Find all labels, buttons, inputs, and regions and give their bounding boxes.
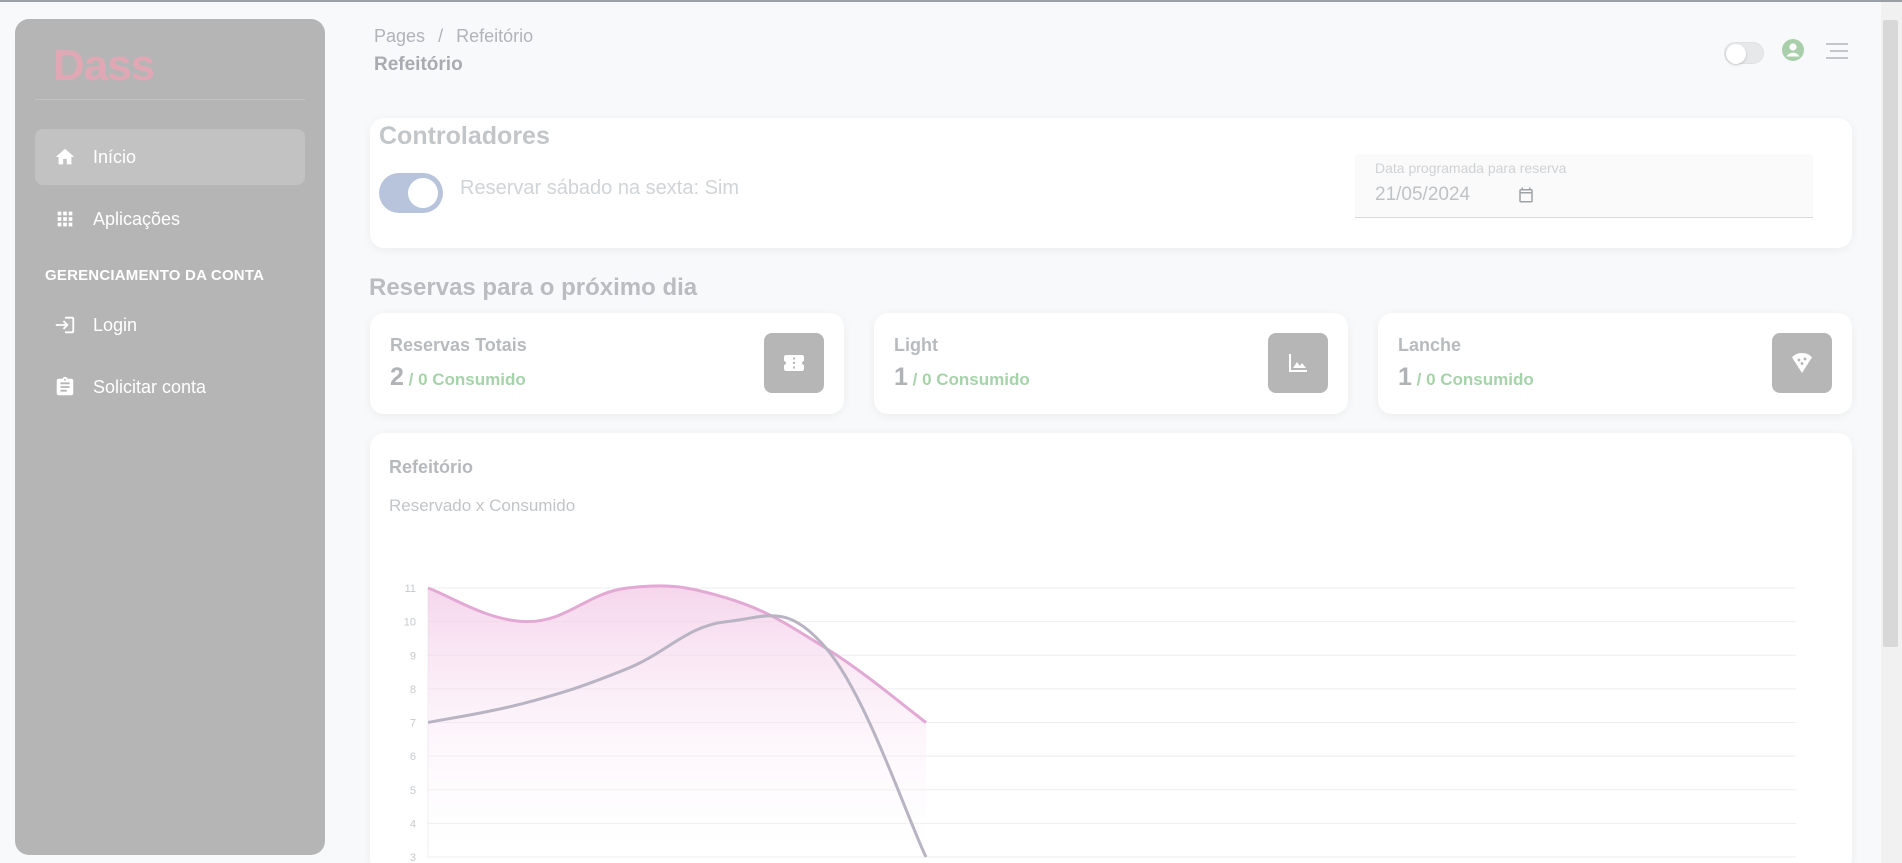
sidebar-item-solicitar-conta[interactable]: Solicitar conta [35,359,305,415]
y-tick-label: 3 [410,852,416,863]
ticket-icon [764,333,824,393]
y-tick-label: 7 [410,718,416,730]
y-tick-label: 6 [410,751,416,763]
y-tick-label: 5 [410,785,416,797]
apps-grid-icon [53,207,77,231]
stat-label: Lanche [1398,335,1462,355]
switch-knob [408,178,438,208]
stat-consumed: / 0 Consumido [1411,370,1534,389]
theme-toggle[interactable] [1724,42,1764,64]
menu-icon[interactable] [1826,41,1848,61]
stat-consumed: / 0 Consumido [907,370,1030,389]
sidebar-divider [35,99,305,100]
sidebar-item-label: Início [93,146,137,167]
y-tick-label: 8 [410,684,416,696]
breadcrumb-current: Refeitório [456,26,534,46]
stat-label: Reservas Totais [390,335,527,355]
sidebar-item-label: Login [93,314,138,335]
stat-card-light: Light 1 / 0 Consumido [874,313,1348,414]
brand-logo[interactable]: Dass [53,41,193,91]
stat-value: 1 / 0 Consumido [1398,363,1534,392]
reserve-saturday-switch[interactable] [379,173,443,213]
sidebar-item-login[interactable]: Login [35,297,305,353]
y-tick-label: 4 [410,818,416,830]
y-tick-label: 11 [405,583,416,595]
breadcrumb-separator: / [438,26,444,46]
stat-card-total: Reservas Totais 2 / 0 Consumido [370,313,844,414]
series-area-reserved [428,585,926,857]
pizza-icon [1772,333,1832,393]
stat-number: 1 [894,363,908,391]
date-field-value[interactable]: 21/05/2024 [1375,184,1470,206]
stat-number: 1 [1398,363,1412,391]
refeitorio-chart-card: Refeitório Reservado x Consumido 11 10 9 8 7… [370,433,1852,863]
breadcrumb: Pages / Refeitório [374,26,533,47]
stat-number: 2 [390,363,404,391]
date-field-label: Data programada para reserva [1375,160,1567,176]
controllers-title: Controladores [379,122,550,150]
controllers-card: Controladores Reservar sábado na sexta: … [370,118,1852,248]
line-chart: 11 10 9 8 7 6 5 4 3 [404,583,1796,863]
login-icon [53,313,77,337]
sidebar-item-label: Aplicações [93,208,181,229]
breadcrumb-root[interactable]: Pages [374,26,425,46]
sidebar-item-aplicacoes[interactable]: Aplicações [35,191,305,247]
sidebar-item-label: Solicitar conta [93,376,207,397]
user-account-icon[interactable] [1781,38,1805,62]
account-section-heading: GERENCIAMENTO DA CONTA [45,267,265,284]
next-day-reservations-title: Reservas para o próximo dia [369,274,698,301]
clipboard-icon [53,375,77,399]
page-title: Refeitório [374,54,463,75]
stat-value: 2 / 0 Consumido [390,363,526,392]
reservation-date-field[interactable]: Data programada para reserva 21/05/2024 [1355,154,1813,218]
home-icon [53,145,77,169]
stat-label: Light [894,335,938,355]
stat-card-lanche: Lanche 1 / 0 Consumido [1378,313,1852,414]
sidebar-item-inicio[interactable]: Início [35,129,305,185]
y-tick-label: 9 [410,650,416,662]
landscape-icon [1268,333,1328,393]
reserve-saturday-label: Reservar sábado na sexta: Sim [460,177,740,199]
y-tick-label: 10 [404,617,416,629]
sidebar: Dass Início Aplicações GERENCIAMENTO DA … [15,19,325,855]
calendar-icon[interactable] [1517,186,1535,204]
theme-toggle-knob [1726,44,1746,64]
scrollbar-thumb[interactable] [1883,20,1898,647]
stat-consumed: / 0 Consumido [403,370,526,389]
stat-value: 1 / 0 Consumido [894,363,1030,392]
